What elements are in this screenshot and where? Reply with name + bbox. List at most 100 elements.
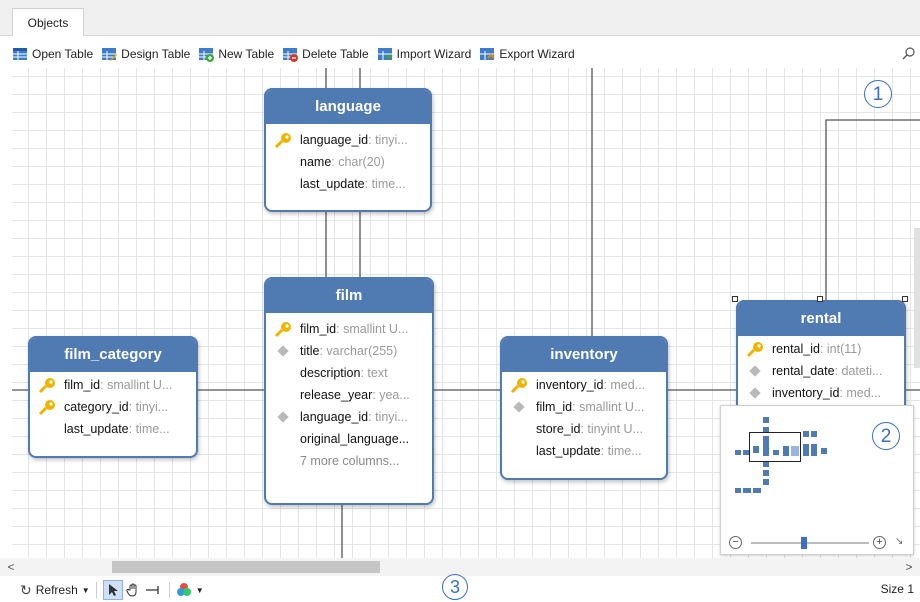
column-row[interactable]: store_id: tinyint U... — [502, 418, 666, 440]
separator — [95, 582, 97, 598]
column-name: last_update — [536, 444, 601, 458]
more-columns[interactable]: 7 more columns... — [266, 450, 432, 472]
table-film-category[interactable]: film_category film_id: smallint U... cat… — [28, 336, 198, 458]
import-wizard-label: Import Wizard — [396, 47, 472, 61]
minimap-viewport[interactable] — [749, 432, 801, 462]
search-icon[interactable] — [902, 46, 916, 60]
column-row[interactable]: rental_id: int(11) — [738, 338, 904, 360]
scroll-left-button[interactable]: < — [4, 559, 18, 575]
column-name: inventory_id — [536, 378, 604, 392]
column-row[interactable]: rental_date: dateti... — [738, 360, 904, 382]
column-type: : time... — [600, 444, 642, 458]
column-type: : varchar(255) — [319, 344, 398, 358]
pointer-tool[interactable] — [102, 580, 123, 600]
minimap-block — [763, 470, 769, 476]
column-type: : tinyint U... — [580, 422, 644, 436]
index-icon — [749, 387, 761, 399]
connector-tool[interactable] — [143, 580, 163, 600]
index-icon — [749, 365, 761, 377]
callout-3: 3 — [442, 574, 468, 600]
expand-icon[interactable]: ↘ — [895, 536, 907, 548]
column-name: rental_id — [772, 342, 820, 356]
column-row[interactable]: last_update: time... — [502, 440, 666, 462]
key-icon — [38, 378, 55, 393]
export-wizard-button[interactable]: Export Wizard — [479, 46, 575, 62]
column-row[interactable]: title: varchar(255) — [266, 340, 432, 362]
column-row[interactable]: original_language... — [266, 428, 432, 450]
column-row[interactable]: category_id: tinyi... — [30, 396, 196, 418]
hand-tool[interactable] — [123, 580, 143, 600]
open-table-button[interactable]: Open Table — [12, 46, 93, 62]
zoom-in-button[interactable]: + — [873, 536, 886, 549]
column-row[interactable]: film_id: smallint U... — [502, 396, 666, 418]
table-inventory[interactable]: inventory inventory_id: med... film_id: … — [500, 336, 668, 480]
table-language[interactable]: language language_id: tinyi... name: cha… — [264, 88, 432, 212]
column-type: : char(20) — [331, 155, 385, 169]
column-row[interactable]: inventory_id: med... — [502, 374, 666, 396]
refresh-button[interactable]: ↻ Refresh ▼ — [20, 582, 90, 599]
column-type: : smallint U... — [100, 378, 173, 392]
status-bar: ↻ Refresh ▼ ▼ 3 Size 1 — [0, 574, 920, 602]
column-type: : smallint U... — [336, 322, 409, 336]
column-row[interactable]: language_id: tinyi... — [266, 406, 432, 428]
table-title: inventory — [502, 338, 666, 372]
minimap-block — [735, 450, 741, 455]
minimap-block — [821, 448, 827, 454]
column-row[interactable]: film_id: smallint U... — [30, 374, 196, 396]
tab-objects[interactable]: Objects — [12, 8, 84, 36]
selection-handle[interactable] — [817, 296, 823, 302]
column-type: : med... — [603, 378, 646, 392]
new-table-button[interactable]: New Table — [198, 46, 274, 62]
table-film[interactable]: film film_id: smallint U... title: varch… — [264, 277, 434, 505]
horizontal-scrollbar[interactable]: < > — [0, 558, 920, 576]
column-name: original_language... — [300, 432, 410, 446]
selection-handle[interactable] — [732, 296, 738, 302]
import-wizard-button[interactable]: Import Wizard — [377, 46, 472, 62]
column-row[interactable]: description: text — [266, 362, 432, 384]
color-picker-button[interactable]: ▼ — [176, 582, 204, 598]
key-icon — [510, 378, 527, 393]
column-name: description — [300, 366, 361, 380]
selection-handle[interactable] — [902, 296, 908, 302]
column-name: film_id — [300, 322, 337, 336]
zoom-out-button[interactable]: − — [729, 536, 742, 549]
size-label: Size 1 — [880, 582, 914, 596]
column-name: language_id — [300, 133, 369, 147]
new-table-icon — [198, 46, 215, 62]
column-name: category_id — [64, 400, 129, 414]
column-name: language_id — [300, 410, 369, 424]
key-icon — [274, 133, 291, 148]
scroll-right-button[interactable]: > — [902, 559, 916, 575]
delete-table-icon — [282, 46, 299, 62]
minimap-block — [811, 444, 817, 456]
zoom-slider[interactable] — [751, 542, 869, 544]
column-name: name — [300, 155, 332, 169]
color-icon — [176, 583, 191, 596]
column-row[interactable]: inventory_id: med... — [738, 382, 904, 404]
zoom-slider-knob[interactable] — [801, 537, 807, 549]
index-icon — [277, 345, 289, 357]
table-title: rental — [738, 302, 904, 336]
minimap-block — [763, 479, 769, 485]
column-name: film_id — [64, 378, 101, 392]
vertical-scrollbar[interactable] — [914, 228, 920, 368]
index-icon — [277, 411, 289, 423]
column-row[interactable]: language_id: tinyi... — [266, 129, 430, 151]
column-name: film_id — [536, 400, 573, 414]
column-name: store_id — [536, 422, 581, 436]
connector-icon — [145, 586, 159, 594]
design-table-button[interactable]: Design Table — [101, 46, 190, 62]
separator — [168, 582, 170, 598]
column-type: : tinyi... — [368, 410, 408, 424]
dropdown-icon: ▼ — [81, 585, 90, 595]
scroll-thumb[interactable] — [112, 561, 380, 573]
column-row[interactable]: last_update: time... — [266, 173, 430, 195]
delete-table-label: Delete Table — [302, 47, 369, 61]
delete-table-button[interactable]: Delete Table — [282, 46, 369, 62]
column-row[interactable]: release_year: yea... — [266, 384, 432, 406]
column-row[interactable]: film_id: smallint U... — [266, 318, 432, 340]
column-row[interactable]: name: char(20) — [266, 151, 430, 173]
column-type: : med... — [839, 386, 882, 400]
export-wizard-icon — [479, 46, 496, 62]
column-row[interactable]: last_update: time... — [30, 418, 196, 440]
